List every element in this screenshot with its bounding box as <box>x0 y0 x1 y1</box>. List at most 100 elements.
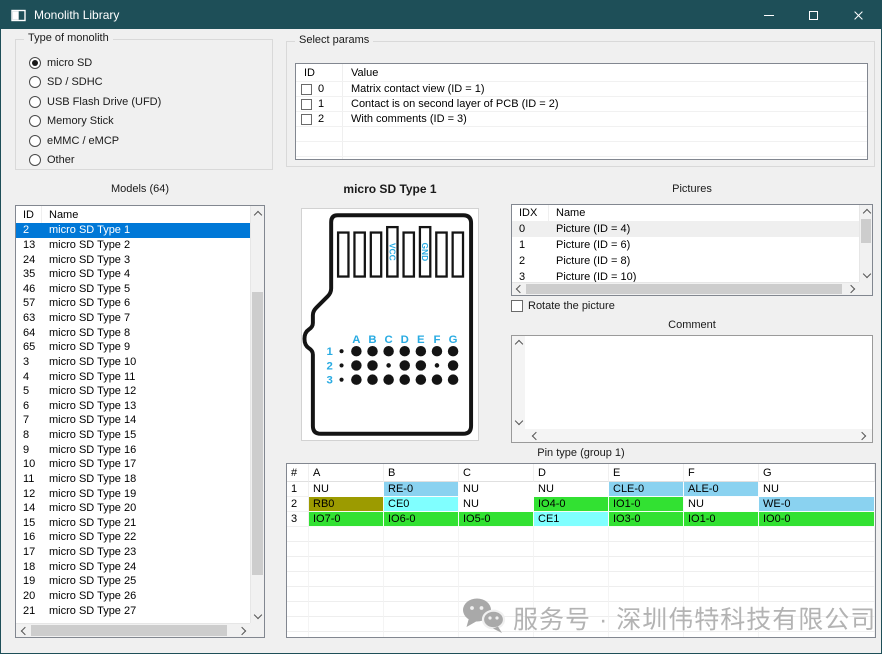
pin-cell[interactable]: CE0 <box>384 497 459 512</box>
model-row[interactable]: 15micro SD Type 21 <box>16 516 250 531</box>
model-row[interactable]: 3micro SD Type 10 <box>16 355 250 370</box>
pictures-vertical-scrollbar[interactable] <box>859 205 872 282</box>
pictures-horizontal-scrollbar[interactable] <box>512 282 859 295</box>
params-row[interactable]: 0Matrix contact view (ID = 1) <box>296 81 867 96</box>
radio-micro-sd[interactable]: micro SD <box>29 56 161 69</box>
model-row[interactable]: 11micro SD Type 18 <box>16 472 250 487</box>
model-name: micro SD Type 24 <box>42 559 250 574</box>
model-row[interactable]: 2micro SD Type 1 <box>16 223 250 238</box>
params-row[interactable]: 2With comments (ID = 3) <box>296 111 867 126</box>
model-row[interactable]: 9micro SD Type 16 <box>16 442 250 457</box>
picture-row[interactable]: 3Picture (ID = 10) <box>512 269 859 282</box>
model-row[interactable]: 12micro SD Type 19 <box>16 486 250 501</box>
radio-other[interactable]: Other <box>29 154 161 167</box>
pin-cell[interactable]: IO1-0 <box>684 512 759 527</box>
param-checkbox[interactable] <box>301 99 312 110</box>
models-column-id[interactable]: ID <box>16 206 42 223</box>
monolith-library-window: Monolith Library Type of monolith micro … <box>0 0 882 654</box>
models-vertical-scrollbar[interactable] <box>250 206 264 623</box>
model-row[interactable]: 57micro SD Type 6 <box>16 296 250 311</box>
scroll-left-button[interactable] <box>512 283 525 295</box>
pin-cell[interactable]: IO1-0 <box>609 497 684 512</box>
model-row[interactable]: 14micro SD Type 20 <box>16 501 250 516</box>
pictures-column-idx[interactable]: IDX <box>512 205 549 221</box>
model-row[interactable]: 63micro SD Type 7 <box>16 311 250 326</box>
model-row[interactable]: 4micro SD Type 11 <box>16 369 250 384</box>
param-checkbox[interactable] <box>301 84 312 95</box>
comment-textarea[interactable] <box>511 335 873 443</box>
models-horizontal-scrollbar[interactable] <box>16 623 250 637</box>
scroll-down-button[interactable] <box>251 609 265 623</box>
pictures-column-name[interactable]: Name <box>549 205 872 221</box>
pin-cell[interactable]: CLE-0 <box>609 482 684 497</box>
scroll-right-button[interactable] <box>236 624 250 637</box>
param-checkbox[interactable] <box>301 114 312 125</box>
pin-cell[interactable]: ALE-0 <box>684 482 759 497</box>
model-row[interactable]: 7micro SD Type 14 <box>16 413 250 428</box>
maximize-button[interactable] <box>791 1 836 29</box>
params-row[interactable]: 1Contact is on second layer of PCB (ID =… <box>296 96 867 111</box>
pin-cell[interactable]: RB0 <box>309 497 384 512</box>
rotate-picture-checkbox[interactable]: Rotate the picture <box>511 300 615 312</box>
model-row[interactable]: 35micro SD Type 4 <box>16 267 250 282</box>
scroll-up-button[interactable] <box>860 205 873 218</box>
model-name: micro SD Type 17 <box>42 457 250 472</box>
comment-horizontal-scrollbar[interactable] <box>512 429 872 442</box>
pin-cell[interactable]: NU <box>534 482 609 497</box>
pin-cell[interactable]: NU <box>309 482 384 497</box>
pin-cell[interactable]: IO7-0 <box>309 512 384 527</box>
params-column-id[interactable]: ID <box>296 64 343 81</box>
radio-usb-flash-drive-ufd[interactable]: USB Flash Drive (UFD) <box>29 95 161 108</box>
window-controls <box>746 1 881 29</box>
radio-sd-sdhc[interactable]: SD / SDHC <box>29 76 161 89</box>
pin-cell[interactable]: IO6-0 <box>384 512 459 527</box>
pin-cell[interactable]: IO5-0 <box>459 512 534 527</box>
scroll-down-button[interactable] <box>860 269 873 282</box>
params-column-value[interactable]: Value <box>343 64 867 81</box>
scroll-right-button[interactable] <box>846 283 859 295</box>
model-row[interactable]: 5micro SD Type 12 <box>16 384 250 399</box>
model-row[interactable]: 46micro SD Type 5 <box>16 282 250 297</box>
pin-cell[interactable]: WE-0 <box>759 497 875 512</box>
model-row[interactable]: 16micro SD Type 22 <box>16 530 250 545</box>
model-row[interactable]: 18micro SD Type 24 <box>16 559 250 574</box>
pin-cell[interactable]: IO3-0 <box>609 512 684 527</box>
model-row[interactable]: 21micro SD Type 27 <box>16 603 250 618</box>
model-row[interactable]: 24micro SD Type 3 <box>16 252 250 267</box>
pin-cell[interactable]: NU <box>759 482 875 497</box>
model-row[interactable]: 10micro SD Type 17 <box>16 457 250 472</box>
model-row[interactable]: 8micro SD Type 15 <box>16 428 250 443</box>
models-column-name[interactable]: Name <box>42 206 264 223</box>
model-row[interactable]: 6micro SD Type 13 <box>16 399 250 414</box>
picture-row[interactable]: 2Picture (ID = 8) <box>512 253 859 269</box>
picture-row[interactable]: 0Picture (ID = 4) <box>512 221 859 237</box>
pictures-vscroll-thumb[interactable] <box>861 219 871 243</box>
pin-cell[interactable]: RE-0 <box>384 482 459 497</box>
model-row[interactable]: 17micro SD Type 23 <box>16 545 250 560</box>
radio-emmc-emcp[interactable]: eMMC / eMCP <box>29 134 161 147</box>
scroll-down-button[interactable] <box>512 416 525 429</box>
picture-row[interactable]: 1Picture (ID = 6) <box>512 237 859 253</box>
minimize-button[interactable] <box>746 1 791 29</box>
scroll-left-button[interactable] <box>16 624 30 637</box>
pin-row-number: 3 <box>287 512 309 527</box>
pictures-hscroll-thumb[interactable] <box>526 284 842 294</box>
model-row[interactable]: 65micro SD Type 9 <box>16 340 250 355</box>
model-row[interactable]: 20micro SD Type 26 <box>16 589 250 604</box>
pin-cell[interactable]: IO0-0 <box>759 512 875 527</box>
models-vscroll-thumb[interactable] <box>252 292 263 575</box>
scroll-up-button[interactable] <box>512 336 525 349</box>
model-row[interactable]: 64micro SD Type 8 <box>16 325 250 340</box>
pin-cell[interactable]: IO4-0 <box>534 497 609 512</box>
models-hscroll-thumb[interactable] <box>31 625 227 636</box>
close-button[interactable] <box>836 1 881 29</box>
pin-cell[interactable]: NU <box>684 497 759 512</box>
model-row[interactable]: 19micro SD Type 25 <box>16 574 250 589</box>
pin-cell[interactable]: NU <box>459 482 534 497</box>
scroll-up-button[interactable] <box>251 206 265 220</box>
comment-vertical-scrollbar[interactable] <box>512 336 525 429</box>
radio-memory-stick[interactable]: Memory Stick <box>29 115 161 128</box>
model-row[interactable]: 13micro SD Type 2 <box>16 238 250 253</box>
pin-cell[interactable]: NU <box>459 497 534 512</box>
pin-cell[interactable]: CE1 <box>534 512 609 527</box>
